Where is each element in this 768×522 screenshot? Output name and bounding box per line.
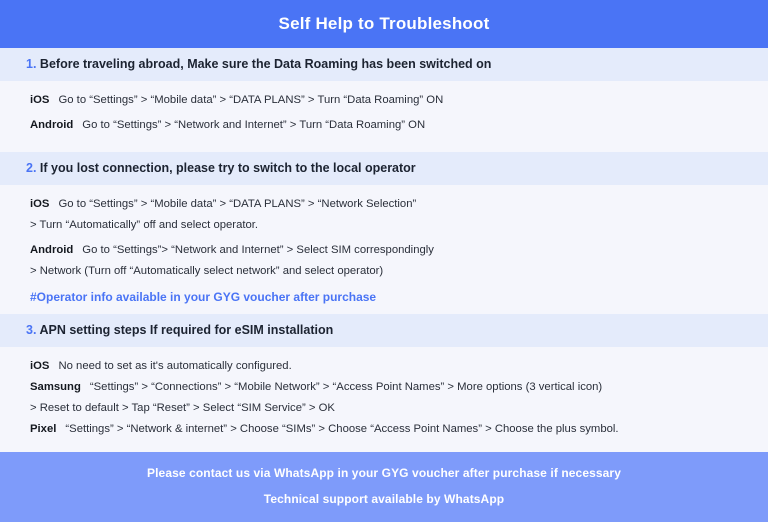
section-number-2: 2. xyxy=(26,160,37,175)
section-title-strong-1: Before traveling abroad, xyxy=(39,57,184,71)
section-number-1: 1. xyxy=(26,57,37,71)
section-body-1: iOS Go to “Settings” > “Mobile data” > “D… xyxy=(0,81,768,152)
section-header-2: 2. If you lost connection, please try to… xyxy=(0,151,768,185)
step-line: Android Go to “Settings”> “Network and In… xyxy=(30,243,742,258)
page-title: Self Help to Troubleshoot xyxy=(278,14,490,33)
section-header-3: 3. APN setting steps If required for eSI… xyxy=(0,313,768,347)
footer-band: Please contact us via WhatsApp in your G… xyxy=(0,451,768,522)
step-continuation-line: > Turn “Automatically” off and select op… xyxy=(30,218,259,231)
footer-contact-line: Please contact us via WhatsApp in your G… xyxy=(147,465,621,480)
section-number-3: 3. xyxy=(26,322,37,337)
step-line: Android Go to “Settings” > “Network and I… xyxy=(30,118,742,133)
os-label-pixel: Pixel xyxy=(30,423,57,436)
header-band: Self Help to Troubleshoot xyxy=(0,0,768,48)
step-line: Pixel “Settings” > “Network & internet” >… xyxy=(30,422,742,437)
step-text: “Settings” > “Network & internet” > Choo… xyxy=(65,423,619,436)
section-title-strong-2: If you lost connection, please try to sw… xyxy=(39,160,416,175)
section-body-2: iOS Go to “Settings” > “Mobile data” > “D… xyxy=(0,185,768,314)
step-line: iOS Go to “Settings” > “Mobile data” > “D… xyxy=(30,93,742,108)
step-text: Go to “Settings”> “Network and Internet”… xyxy=(82,244,434,256)
os-label-samsung: Samsung xyxy=(30,380,81,393)
operator-info-note: #Operator info available in your GYG vou… xyxy=(30,289,377,304)
section-title-3: 3. APN setting steps If required for eSI… xyxy=(26,323,768,338)
step-text: Go to “Settings” > “Network and Internet… xyxy=(82,119,426,132)
troubleshoot-infographic: Self Help to Troubleshoot 1. Before trav… xyxy=(0,0,768,522)
step-text: No need to set as it's automatically con… xyxy=(58,359,292,372)
os-label-ios: iOS xyxy=(30,197,50,210)
section-title-2: 2. If you lost connection, please try to… xyxy=(26,161,768,176)
os-label-ios: iOS xyxy=(30,94,50,106)
step-text: “Settings” > “Connections” > “Mobile Net… xyxy=(89,380,603,393)
section-title-1: 1. Before traveling abroad, Make sure th… xyxy=(26,57,768,72)
os-label-android: Android xyxy=(30,244,74,256)
section-header-1: 1. Before traveling abroad, Make sure th… xyxy=(0,48,768,81)
step-text: Go to “Settings” > “Mobile data” > “DATA… xyxy=(58,94,444,106)
os-label-android: Android xyxy=(30,119,74,132)
section-title-rest-1: Make sure the Data Roaming has been swit… xyxy=(183,57,492,71)
footer-support-line: Technical support available by WhatsApp xyxy=(263,491,505,506)
os-label-ios: iOS xyxy=(30,359,50,372)
step-text: Go to “Settings” > “Mobile data” > “DATA… xyxy=(58,197,417,210)
step-continuation-line: > Network (Turn off “Automatically selec… xyxy=(30,265,384,278)
step-line: Samsung “Settings” > “Connections” > “Mob… xyxy=(30,380,742,395)
section-title-strong-3: APN setting steps If required for eSIM i… xyxy=(39,322,334,337)
step-continuation-line: > Reset to default > Tap “Reset” > Selec… xyxy=(30,402,335,414)
step-line: iOS No need to set as it's automatically … xyxy=(30,359,742,374)
section-body-3: iOS No need to set as it's automatically … xyxy=(0,347,768,452)
step-line: iOS Go to “Settings” > “Mobile data” > “D… xyxy=(30,197,742,212)
